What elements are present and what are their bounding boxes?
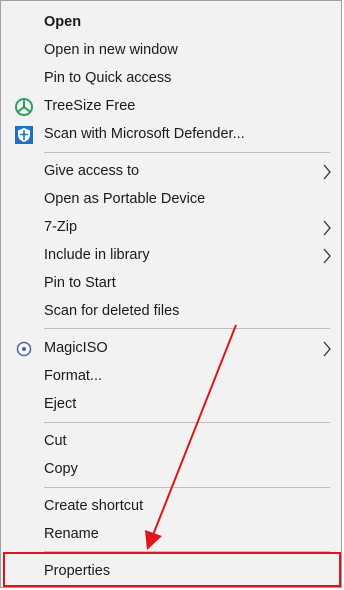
menu-item-copy[interactable]: Copy bbox=[2, 455, 342, 483]
menu-item-label: Scan with Microsoft Defender... bbox=[44, 126, 245, 142]
chevron-right-icon bbox=[322, 248, 332, 264]
menu-item-treesize-free[interactable]: TreeSize Free bbox=[2, 92, 342, 120]
menu-item-label: Open as Portable Device bbox=[44, 191, 206, 207]
menu-item-label: Open in new window bbox=[44, 42, 178, 58]
menu-item-open[interactable]: Open bbox=[2, 8, 342, 36]
menu-item-label: Give access to bbox=[44, 163, 140, 179]
menu-item-scan-with-defender[interactable]: Scan with Microsoft Defender... bbox=[2, 120, 342, 148]
menu-item-open-in-new-window[interactable]: Open in new window bbox=[2, 36, 342, 64]
menu-separator bbox=[44, 422, 330, 423]
menu-separator bbox=[44, 152, 330, 153]
menu-item-label: Include in library bbox=[44, 247, 150, 263]
menu-item-create-shortcut[interactable]: Create shortcut bbox=[2, 492, 342, 520]
menu-item-label: Eject bbox=[44, 396, 77, 412]
menu-separator bbox=[44, 328, 330, 329]
menu-item-label: TreeSize Free bbox=[44, 98, 136, 114]
menu-item-magiciso[interactable]: MagicISO bbox=[2, 334, 342, 362]
menu-item-pin-to-quick-access[interactable]: Pin to Quick access bbox=[2, 64, 342, 92]
menu-separator bbox=[44, 487, 330, 488]
menu-item-pin-to-start[interactable]: Pin to Start bbox=[2, 269, 342, 297]
menu-item-label: Open bbox=[44, 14, 82, 30]
menu-item-scan-for-deleted-files[interactable]: Scan for deleted files bbox=[2, 297, 342, 325]
menu-item-label: Scan for deleted files bbox=[44, 303, 180, 319]
menu-item-rename[interactable]: Rename bbox=[2, 520, 342, 548]
menu-item-open-as-portable-device[interactable]: Open as Portable Device bbox=[2, 185, 342, 213]
chevron-right-icon bbox=[322, 220, 332, 236]
treesize-icon bbox=[14, 97, 34, 117]
menu-item-label: Create shortcut bbox=[44, 498, 144, 514]
menu-item-format[interactable]: Format... bbox=[2, 362, 342, 390]
properties-highlight-box bbox=[3, 552, 341, 587]
menu-item-7-zip[interactable]: 7-Zip bbox=[2, 213, 342, 241]
menu-item-label: Pin to Quick access bbox=[44, 70, 172, 86]
menu-item-label: MagicISO bbox=[44, 340, 108, 356]
chevron-right-icon bbox=[322, 164, 332, 180]
menu-item-label: Rename bbox=[44, 526, 99, 542]
menu-item-give-access-to[interactable]: Give access to bbox=[2, 157, 342, 185]
menu-item-eject[interactable]: Eject bbox=[2, 390, 342, 418]
context-menu: Open Open in new window Pin to Quick acc… bbox=[0, 0, 342, 588]
menu-item-label: Pin to Start bbox=[44, 275, 116, 291]
menu-item-label: 7-Zip bbox=[44, 219, 78, 235]
menu-item-include-in-library[interactable]: Include in library bbox=[2, 241, 342, 269]
menu-item-cut[interactable]: Cut bbox=[2, 427, 342, 455]
defender-shield-icon bbox=[14, 125, 34, 145]
menu-item-label: Cut bbox=[44, 433, 67, 449]
menu-item-label: Copy bbox=[44, 461, 78, 477]
menu-item-label: Format... bbox=[44, 368, 103, 384]
chevron-right-icon bbox=[322, 341, 332, 357]
magiciso-icon bbox=[14, 339, 34, 359]
